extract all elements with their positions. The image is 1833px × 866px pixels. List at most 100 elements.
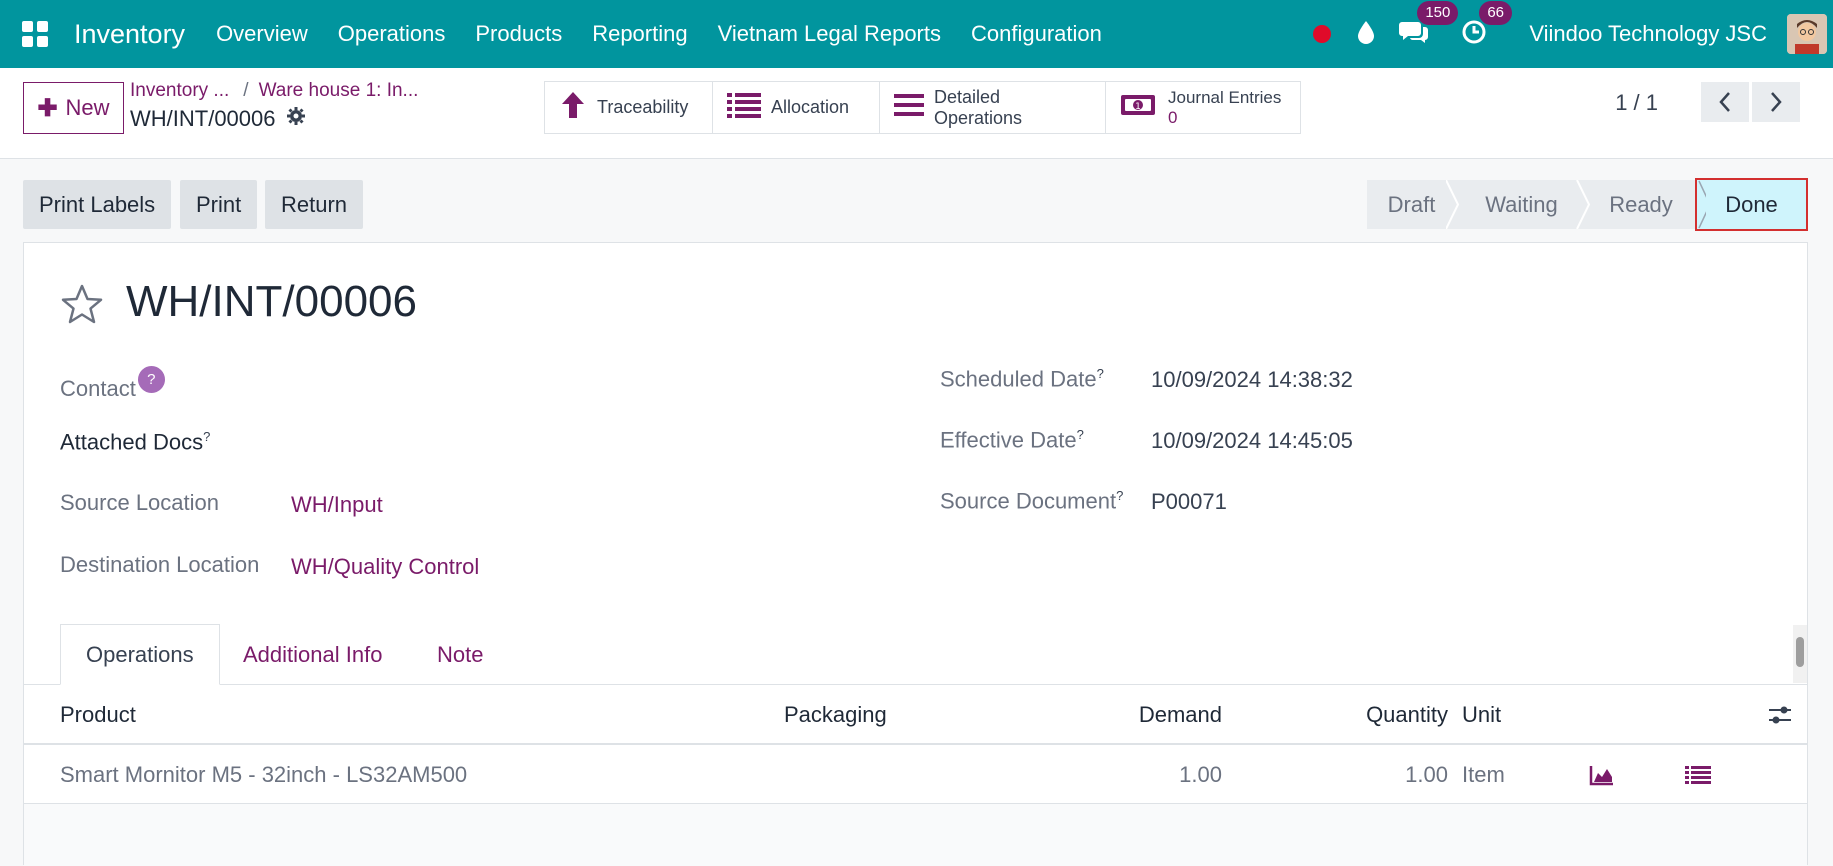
journal-entries-count: 0 <box>1168 107 1178 127</box>
scheduled-date-value[interactable]: 10/09/2024 14:38:32 <box>1151 367 1353 393</box>
menu-products[interactable]: Products <box>475 21 562 47</box>
row-quantity[interactable]: 1.00 <box>1284 745 1448 804</box>
stage-done[interactable]: Done <box>1695 178 1808 231</box>
plus-icon: ✚ <box>37 94 58 122</box>
navbar-systray: 150 66 Viindoo Technology JSC <box>1313 0 1833 68</box>
gear-icon[interactable] <box>286 106 306 132</box>
detailed-operations-label: Detailed Operations <box>934 86 1023 128</box>
print-button[interactable]: Print <box>180 180 258 229</box>
menu-configuration[interactable]: Configuration <box>971 21 1102 47</box>
apps-menu-icon[interactable] <box>20 19 50 49</box>
list-icon <box>727 91 761 124</box>
messages-icon[interactable]: 150 <box>1399 0 1459 50</box>
menu-overview[interactable]: Overview <box>216 21 308 47</box>
stage-draft[interactable]: Draft <box>1367 180 1456 229</box>
chevron-right-icon <box>1771 92 1782 112</box>
source-document-label: Source Document? <box>940 488 1123 514</box>
stage-arrows <box>1446 180 1706 229</box>
scheduled-date-label: Scheduled Date? <box>940 366 1104 392</box>
notebook-tabs: Operations Additional Info Note <box>24 624 1807 685</box>
source-document-value[interactable]: P00071 <box>1151 489 1227 515</box>
effective-date-help-mark: ? <box>1076 427 1084 442</box>
forecast-chart-icon[interactable] <box>1589 745 1615 804</box>
column-product[interactable]: Product <box>60 685 136 745</box>
messages-count-badge: 150 <box>1417 0 1459 25</box>
arrow-up-icon <box>559 90 587 125</box>
tab-note[interactable]: Note <box>437 624 483 685</box>
menu-reporting[interactable]: Reporting <box>592 21 687 47</box>
allocation-label: Allocation <box>771 97 850 117</box>
row-product[interactable]: Smart Mornitor M5 - 32inch - LS32AM500 <box>60 745 467 804</box>
effective-date-label: Effective Date? <box>940 427 1084 453</box>
activities-count-badge: 66 <box>1479 0 1512 25</box>
effective-date-label-text: Effective Date <box>940 427 1077 453</box>
pager-previous-button[interactable] <box>1701 82 1749 122</box>
bars-icon <box>894 92 924 123</box>
current-record-breadcrumb: WH/INT/00006 <box>130 106 306 132</box>
breadcrumb-warehouse[interactable]: Ware house 1: In... <box>259 80 419 101</box>
svg-text:1: 1 <box>1135 102 1141 112</box>
source-document-label-text: Source Document <box>940 488 1117 514</box>
source-location-value[interactable]: WH/Input <box>291 492 383 518</box>
star-icon[interactable] <box>60 283 104 330</box>
traceability-button[interactable]: Traceability <box>545 82 713 133</box>
detail-list-icon[interactable] <box>1685 745 1711 804</box>
activities-clock-icon[interactable]: 66 <box>1461 0 1512 50</box>
chevron-left-icon <box>1719 92 1730 112</box>
table-empty-row <box>24 804 1807 866</box>
pager-next-button[interactable] <box>1752 82 1800 122</box>
column-quantity[interactable]: Quantity <box>1284 685 1448 745</box>
app-brand[interactable]: Inventory <box>74 19 185 50</box>
allocation-button[interactable]: Allocation <box>713 82 880 133</box>
form-sheet: WH/INT/00006 Contact? Attached Docs? Sou… <box>23 242 1808 866</box>
droplet-icon[interactable] <box>1357 20 1375 49</box>
row-unit[interactable]: Item <box>1462 745 1505 804</box>
record-dot-icon[interactable] <box>1313 25 1332 43</box>
column-demand[interactable]: Demand <box>1024 685 1222 745</box>
column-packaging[interactable]: Packaging <box>784 685 887 745</box>
breadcrumb: Inventory ... / Ware house 1: In... <box>130 80 418 102</box>
source-document-help-mark: ? <box>1116 488 1124 503</box>
contact-label: Contact? <box>60 366 165 402</box>
breadcrumb-inventory[interactable]: Inventory ... <box>130 80 229 101</box>
table-row[interactable]: Smart Mornitor M5 - 32inch - LS32AM500 1… <box>24 745 1807 804</box>
money-icon: 1 <box>1120 92 1156 123</box>
attached-docs-label-text: Attached Docs <box>60 429 204 455</box>
journal-entries-button[interactable]: 1 Journal Entries 0 <box>1106 82 1300 133</box>
contact-help-icon[interactable]: ? <box>137 366 165 393</box>
destination-location-label: Destination Location <box>60 552 260 577</box>
journal-entries-label: Journal Entries <box>1168 87 1282 107</box>
scheduled-date-label-text: Scheduled Date <box>940 366 1097 392</box>
new-button[interactable]: ✚ New <box>23 82 124 134</box>
return-button[interactable]: Return <box>265 180 364 229</box>
company-switcher[interactable]: Viindoo Technology JSC <box>1529 21 1767 47</box>
current-record-name: WH/INT/00006 <box>130 106 276 131</box>
attached-docs-help-mark: ? <box>203 429 211 444</box>
effective-date-value: 10/09/2024 14:45:05 <box>1151 428 1353 453</box>
scrollbar[interactable] <box>1793 625 1807 683</box>
scrollbar-thumb[interactable] <box>1796 637 1804 667</box>
smart-buttons: Traceability Allocation Detailed Operati… <box>544 81 1301 134</box>
tab-additional-info[interactable]: Additional Info <box>243 624 382 685</box>
control-panel: ✚ New Inventory ... / Ware house 1: In... … <box>0 68 1833 159</box>
row-demand[interactable]: 1.00 <box>1024 745 1222 804</box>
breadcrumb-separator: / <box>243 80 249 101</box>
scheduled-date-help-mark: ? <box>1096 366 1104 381</box>
tab-operations[interactable]: Operations <box>60 624 220 685</box>
pager-value[interactable]: 1 / 1 <box>1615 90 1658 116</box>
print-labels-button[interactable]: Print Labels <box>23 180 172 229</box>
top-navbar: Inventory Overview Operations Products R… <box>0 0 1833 68</box>
menu-vietnam-legal-reports[interactable]: Vietnam Legal Reports <box>718 21 941 47</box>
record-title: WH/INT/00006 <box>126 277 417 326</box>
optional-columns-icon[interactable] <box>1768 685 1792 745</box>
menu-operations[interactable]: Operations <box>338 21 446 47</box>
new-button-label: New <box>65 95 110 120</box>
destination-location-value[interactable]: WH/Quality Control <box>291 554 479 580</box>
user-avatar[interactable] <box>1787 14 1827 54</box>
source-location-label: Source Location <box>60 490 219 515</box>
detailed-operations-button[interactable]: Detailed Operations <box>880 82 1106 133</box>
column-unit[interactable]: Unit <box>1462 685 1501 745</box>
traceability-label: Traceability <box>597 97 689 117</box>
attached-docs-label: Attached Docs? <box>60 429 210 455</box>
contact-label-text: Contact <box>60 376 136 401</box>
